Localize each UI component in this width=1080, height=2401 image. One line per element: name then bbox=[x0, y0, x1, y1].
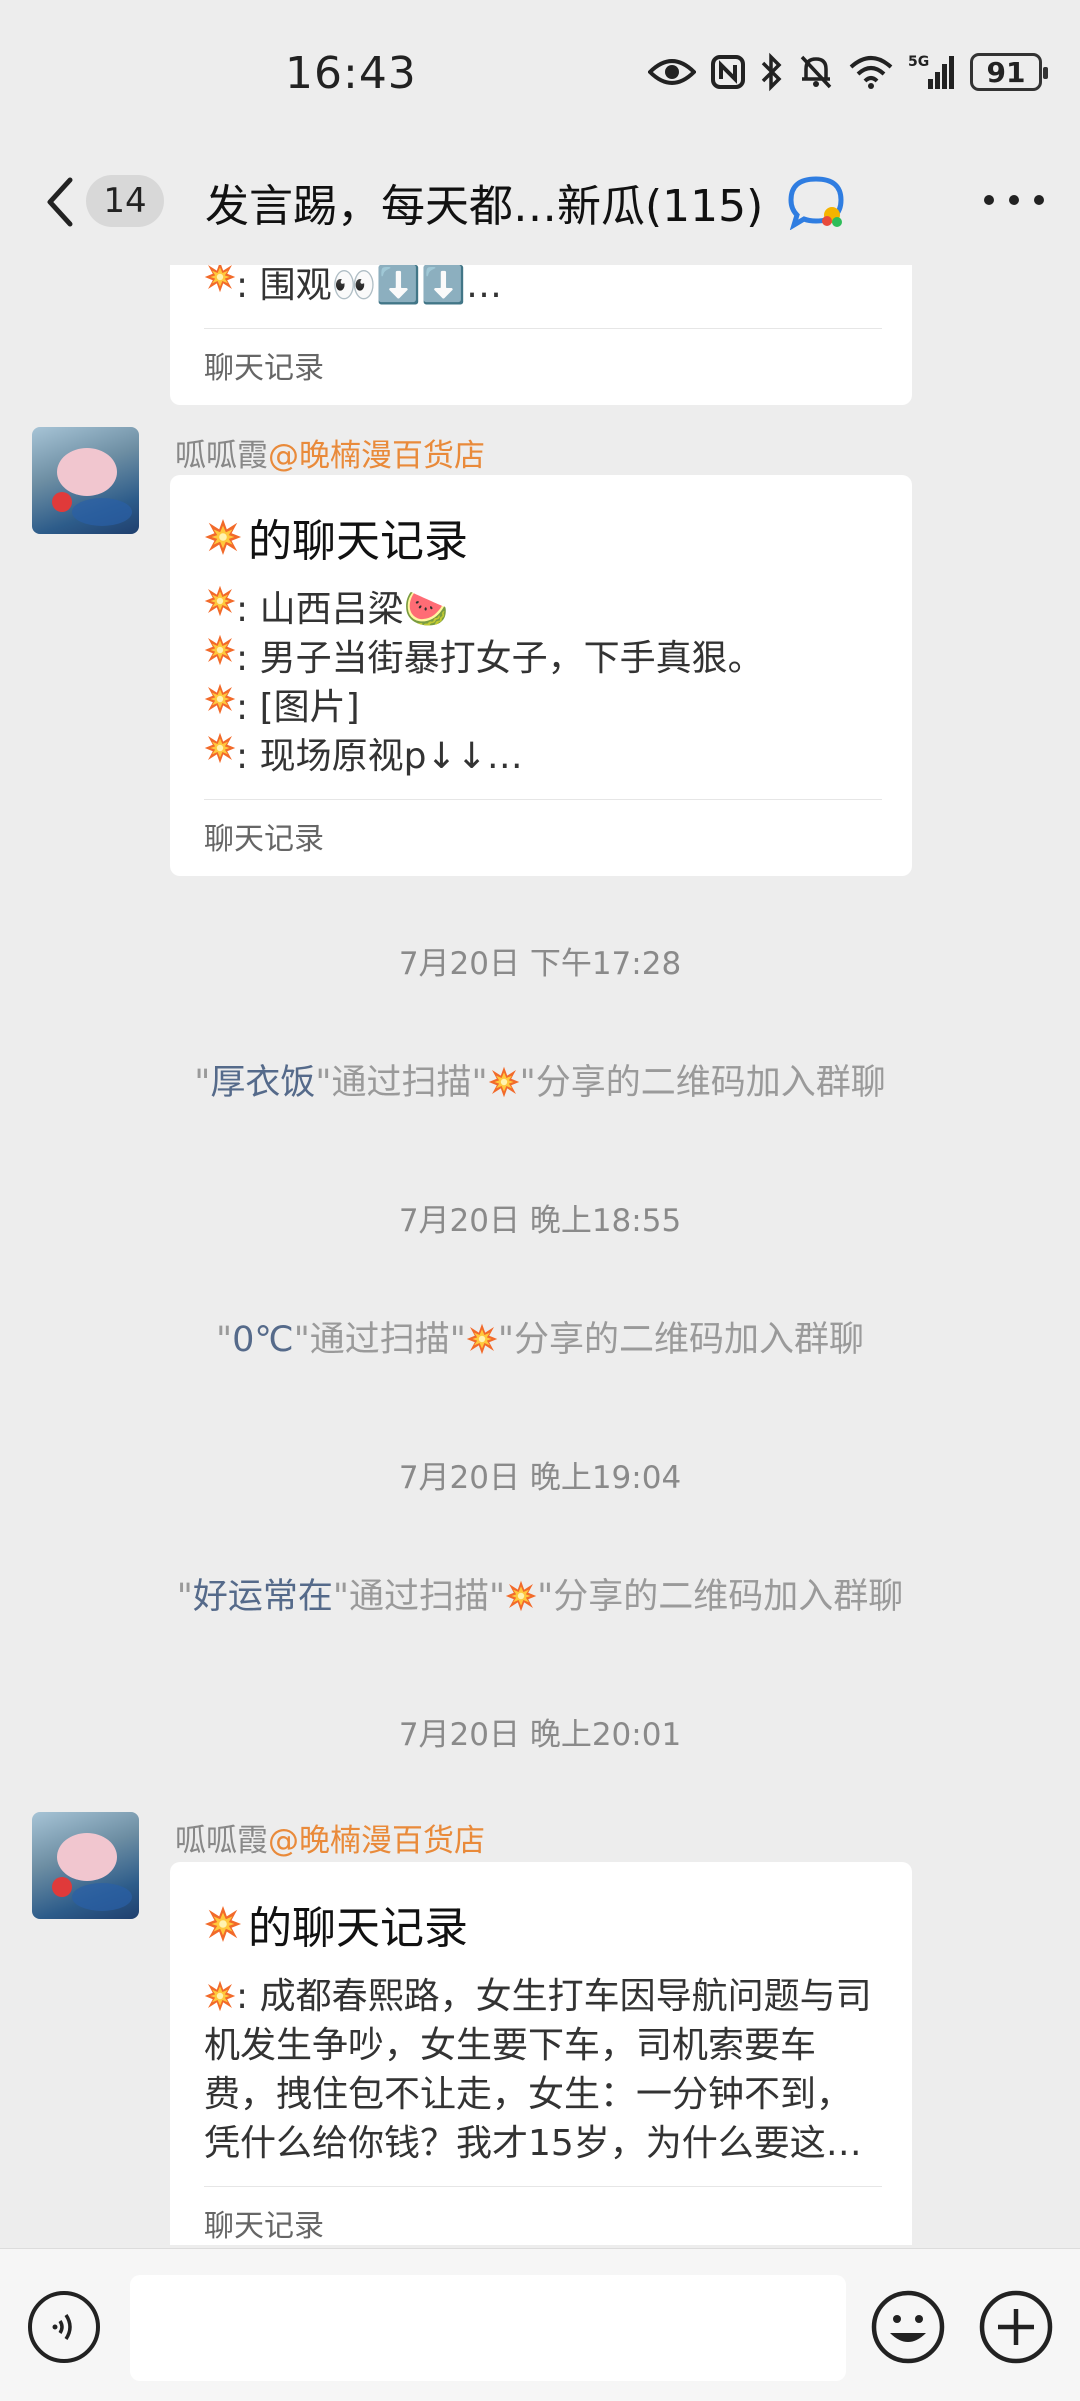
system-message: "0℃"通过扫描" "分享的二维码加入群聊 bbox=[216, 1320, 864, 1360]
chat-record-label: 聊天记录 bbox=[204, 2186, 882, 2245]
nfc-icon bbox=[711, 55, 745, 89]
chat-record-line: : 山西吕梁🍉 bbox=[204, 585, 882, 634]
wifi-icon bbox=[849, 56, 893, 89]
member-name[interactable]: 厚衣饭 bbox=[210, 1063, 315, 1103]
chevron-left-icon[interactable] bbox=[40, 172, 80, 232]
collision-emoji-icon bbox=[204, 1980, 236, 2012]
system-message: "好运常在"通过扫描" "分享的二维码加入群聊 bbox=[176, 1577, 904, 1617]
bluetooth-icon bbox=[761, 52, 782, 92]
plus-icon[interactable] bbox=[978, 2289, 1054, 2365]
voice-icon[interactable] bbox=[28, 2291, 100, 2363]
collision-emoji-icon bbox=[204, 585, 236, 617]
unread-count-badge[interactable]: 14 bbox=[86, 175, 164, 227]
sender-group-mention[interactable]: @晚楠漫百货店 bbox=[268, 1823, 485, 1859]
signal-icon: 5G bbox=[908, 54, 954, 89]
collision-emoji-icon bbox=[204, 265, 236, 293]
collision-emoji-icon bbox=[204, 1905, 242, 1943]
chat-record-line: : 围观👀⬇️⬇️… bbox=[204, 265, 882, 310]
chat-record-card[interactable]: 的聊天记录 : 山西吕梁🍉 : 男子当街暴打女子，下手真狠。 : [图片] : … bbox=[170, 475, 912, 876]
chat-record-card[interactable]: : 围观👀⬇️⬇️… 聊天记录 bbox=[170, 265, 912, 405]
chat-record-line: : 成都春熙路，女生打车因导航问题与司机发生争吵，女生要下车，司机索要车费，拽住… bbox=[204, 1976, 872, 2164]
member-name[interactable]: 好运常在 bbox=[193, 1577, 333, 1617]
chat-title[interactable]: 发言踢，每天都…新瓜(115) bbox=[205, 170, 763, 234]
group-chat-bubble-icon[interactable] bbox=[785, 174, 847, 230]
input-bar bbox=[0, 2248, 1080, 2401]
sender-name: 呱呱霞@晚楠漫百货店 bbox=[175, 438, 485, 474]
collision-emoji-icon bbox=[204, 518, 242, 556]
chat-record-label: 聊天记录 bbox=[204, 799, 882, 876]
member-name[interactable]: 0℃ bbox=[232, 1320, 294, 1360]
sender-group-mention[interactable]: @晚楠漫百货店 bbox=[268, 438, 485, 474]
chat-record-line: : 男子当街暴打女子，下手真狠。 bbox=[204, 634, 882, 683]
chat-record-title: 的聊天记录 bbox=[204, 1892, 882, 1956]
eye-icon bbox=[648, 59, 696, 85]
timestamp: 7月20日 晚上20:01 bbox=[398, 1717, 682, 1753]
battery-icon: 91 bbox=[970, 53, 1048, 91]
avatar[interactable] bbox=[32, 1812, 139, 1919]
collision-emoji-icon bbox=[505, 1580, 537, 1612]
signal-label: 5G bbox=[908, 54, 929, 70]
mute-bell-icon bbox=[800, 55, 832, 89]
chat-record-line: : [图片] bbox=[204, 683, 882, 732]
chat-record-label: 聊天记录 bbox=[204, 328, 882, 405]
chat-header: 14 发言踢，每天都…新瓜(115) bbox=[0, 150, 1080, 265]
collision-emoji-icon bbox=[488, 1066, 520, 1098]
chat-record-card[interactable]: 的聊天记录 : 成都春熙路，女生打车因导航问题与司机发生争吵，女生要下车，司机索… bbox=[170, 1862, 912, 2245]
more-dots-icon[interactable] bbox=[984, 195, 1044, 209]
collision-emoji-icon bbox=[204, 634, 236, 666]
status-bar: 16:43 5G 91 bbox=[0, 0, 1080, 150]
message-input[interactable] bbox=[130, 2275, 846, 2381]
collision-emoji-icon bbox=[204, 683, 236, 715]
timestamp: 7月20日 晚上19:04 bbox=[398, 1460, 682, 1496]
chat-area[interactable]: : 围观👀⬇️⬇️… 聊天记录 呱呱霞@晚楠漫百货店 的聊天记录 : 山西吕梁🍉… bbox=[0, 265, 1080, 2245]
collision-emoji-icon bbox=[466, 1323, 498, 1355]
status-time: 16:43 bbox=[285, 48, 417, 99]
status-icons: 5G 91 bbox=[648, 52, 1048, 92]
system-message: "厚衣饭"通过扫描" "分享的二维码加入群聊 bbox=[194, 1063, 886, 1103]
timestamp: 7月20日 下午17:28 bbox=[398, 946, 682, 982]
sender-name: 呱呱霞@晚楠漫百货店 bbox=[175, 1823, 485, 1859]
emoji-icon[interactable] bbox=[870, 2289, 946, 2365]
collision-emoji-icon bbox=[204, 732, 236, 764]
timestamp: 7月20日 晚上18:55 bbox=[398, 1203, 682, 1239]
chat-record-line: : 现场原视p↓↓… bbox=[204, 732, 882, 781]
battery-level: 91 bbox=[986, 55, 1026, 89]
avatar[interactable] bbox=[32, 427, 139, 534]
chat-record-title: 的聊天记录 bbox=[204, 505, 882, 569]
